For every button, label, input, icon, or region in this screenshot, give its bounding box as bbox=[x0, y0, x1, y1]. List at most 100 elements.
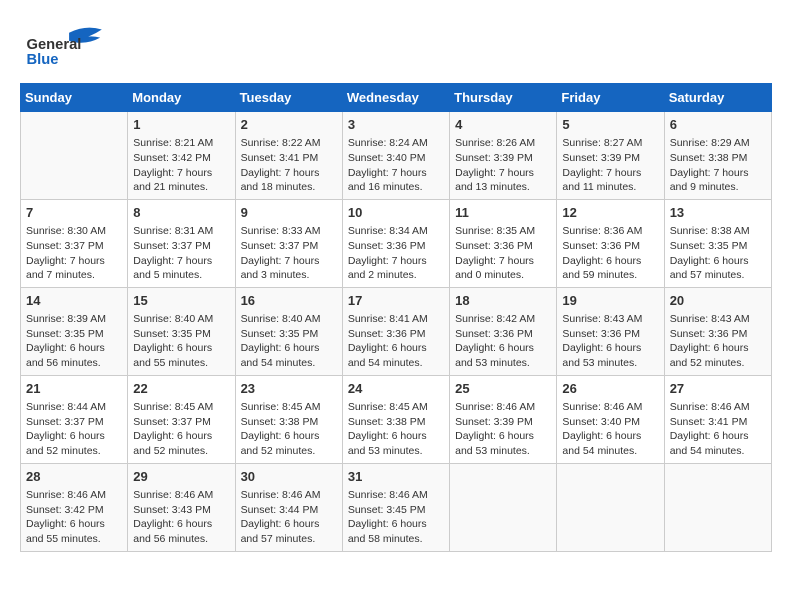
day-number: 6 bbox=[670, 116, 766, 134]
calendar-week-row: 7Sunrise: 8:30 AMSunset: 3:37 PMDaylight… bbox=[21, 199, 772, 287]
calendar-cell: 4 Sunrise: 8:26 AMSunset: 3:39 PMDaylight… bbox=[450, 112, 557, 200]
day-content: Sunrise: 8:38 AMSunset: 3:35 PMDaylight:… bbox=[670, 224, 766, 283]
calendar-body: 1Sunrise: 8:21 AMSunset: 3:42 PMDaylight… bbox=[21, 112, 772, 552]
calendar-cell: 18 Sunrise: 8:42 AMSunset: 3:36 PMDayligh… bbox=[450, 287, 557, 375]
calendar-cell: 30Sunrise: 8:46 AMSunset: 3:44 PMDayligh… bbox=[235, 463, 342, 551]
calendar-cell: 9 Sunrise: 8:33 AMSunset: 3:37 PMDaylight… bbox=[235, 199, 342, 287]
calendar-cell: 23 Sunrise: 8:45 AMSunset: 3:38 PMDayligh… bbox=[235, 375, 342, 463]
calendar-cell: 6 Sunrise: 8:29 AMSunset: 3:38 PMDaylight… bbox=[664, 112, 771, 200]
day-number: 16 bbox=[241, 292, 337, 310]
calendar-cell: 3 Sunrise: 8:24 AMSunset: 3:40 PMDaylight… bbox=[342, 112, 449, 200]
day-number: 29 bbox=[133, 468, 229, 486]
calendar-header: SundayMondayTuesdayWednesdayThursdayFrid… bbox=[21, 84, 772, 112]
header: General Blue bbox=[20, 20, 772, 75]
logo: General Blue bbox=[20, 20, 110, 75]
day-content: Sunrise: 8:40 AMSunset: 3:35 PMDaylight:… bbox=[241, 312, 337, 371]
day-number: 28 bbox=[26, 468, 122, 486]
calendar-cell bbox=[450, 463, 557, 551]
day-number: 11 bbox=[455, 204, 551, 222]
calendar-cell: 14 Sunrise: 8:39 AMSunset: 3:35 PMDayligh… bbox=[21, 287, 128, 375]
calendar-cell: 10Sunrise: 8:34 AMSunset: 3:36 PMDayligh… bbox=[342, 199, 449, 287]
calendar-week-row: 1Sunrise: 8:21 AMSunset: 3:42 PMDaylight… bbox=[21, 112, 772, 200]
day-content: Sunrise: 8:43 AMSunset: 3:36 PMDaylight:… bbox=[670, 312, 766, 371]
day-number: 14 bbox=[26, 292, 122, 310]
calendar-cell: 5 Sunrise: 8:27 AMSunset: 3:39 PMDaylight… bbox=[557, 112, 664, 200]
calendar-cell: 22 Sunrise: 8:45 AMSunset: 3:37 PMDayligh… bbox=[128, 375, 235, 463]
day-number: 10 bbox=[348, 204, 444, 222]
calendar-cell: 20 Sunrise: 8:43 AMSunset: 3:36 PMDayligh… bbox=[664, 287, 771, 375]
day-content: Sunrise: 8:42 AMSunset: 3:36 PMDaylight:… bbox=[455, 312, 551, 371]
day-number: 1 bbox=[133, 116, 229, 134]
day-content: Sunrise: 8:41 AMSunset: 3:36 PMDaylight:… bbox=[348, 312, 444, 371]
day-of-week-header: Tuesday bbox=[235, 84, 342, 112]
calendar-cell: 25 Sunrise: 8:46 AMSunset: 3:39 PMDayligh… bbox=[450, 375, 557, 463]
day-number: 18 bbox=[455, 292, 551, 310]
day-content: Sunrise: 8:36 AMSunset: 3:36 PMDaylight:… bbox=[562, 224, 658, 283]
day-content: Sunrise: 8:27 AMSunset: 3:39 PMDaylight:… bbox=[562, 136, 658, 195]
day-number: 22 bbox=[133, 380, 229, 398]
calendar-cell: 7Sunrise: 8:30 AMSunset: 3:37 PMDaylight… bbox=[21, 199, 128, 287]
day-of-week-header: Friday bbox=[557, 84, 664, 112]
calendar-cell: 16 Sunrise: 8:40 AMSunset: 3:35 PMDayligh… bbox=[235, 287, 342, 375]
day-content: Sunrise: 8:44 AMSunset: 3:37 PMDaylight:… bbox=[26, 400, 122, 459]
calendar-cell: 11 Sunrise: 8:35 AMSunset: 3:36 PMDayligh… bbox=[450, 199, 557, 287]
svg-text:General: General bbox=[27, 37, 82, 53]
day-content: Sunrise: 8:43 AMSunset: 3:36 PMDaylight:… bbox=[562, 312, 658, 371]
day-content: Sunrise: 8:45 AMSunset: 3:37 PMDaylight:… bbox=[133, 400, 229, 459]
day-number: 13 bbox=[670, 204, 766, 222]
day-number: 4 bbox=[455, 116, 551, 134]
day-content: Sunrise: 8:45 AMSunset: 3:38 PMDaylight:… bbox=[241, 400, 337, 459]
calendar-cell: 19 Sunrise: 8:43 AMSunset: 3:36 PMDayligh… bbox=[557, 287, 664, 375]
calendar-cell: 8Sunrise: 8:31 AMSunset: 3:37 PMDaylight… bbox=[128, 199, 235, 287]
day-content: Sunrise: 8:46 AMSunset: 3:42 PMDaylight:… bbox=[26, 488, 122, 547]
day-content: Sunrise: 8:26 AMSunset: 3:39 PMDaylight:… bbox=[455, 136, 551, 195]
calendar-cell: 1Sunrise: 8:21 AMSunset: 3:42 PMDaylight… bbox=[128, 112, 235, 200]
calendar-cell: 2 Sunrise: 8:22 AMSunset: 3:41 PMDaylight… bbox=[235, 112, 342, 200]
day-content: Sunrise: 8:46 AMSunset: 3:39 PMDaylight:… bbox=[455, 400, 551, 459]
svg-text:Blue: Blue bbox=[27, 52, 59, 68]
day-number: 31 bbox=[348, 468, 444, 486]
day-of-week-header: Saturday bbox=[664, 84, 771, 112]
day-content: Sunrise: 8:24 AMSunset: 3:40 PMDaylight:… bbox=[348, 136, 444, 195]
calendar-cell: 29 Sunrise: 8:46 AMSunset: 3:43 PMDayligh… bbox=[128, 463, 235, 551]
day-number: 30 bbox=[241, 468, 337, 486]
calendar-table: SundayMondayTuesdayWednesdayThursdayFrid… bbox=[20, 83, 772, 552]
day-content: Sunrise: 8:22 AMSunset: 3:41 PMDaylight:… bbox=[241, 136, 337, 195]
day-of-week-header: Thursday bbox=[450, 84, 557, 112]
day-number: 23 bbox=[241, 380, 337, 398]
calendar-cell: 12Sunrise: 8:36 AMSunset: 3:36 PMDayligh… bbox=[557, 199, 664, 287]
day-content: Sunrise: 8:35 AMSunset: 3:36 PMDaylight:… bbox=[455, 224, 551, 283]
day-number: 15 bbox=[133, 292, 229, 310]
day-content: Sunrise: 8:33 AMSunset: 3:37 PMDaylight:… bbox=[241, 224, 337, 283]
day-number: 2 bbox=[241, 116, 337, 134]
calendar-cell: 15Sunrise: 8:40 AMSunset: 3:35 PMDayligh… bbox=[128, 287, 235, 375]
calendar-cell bbox=[557, 463, 664, 551]
calendar-cell: 21 Sunrise: 8:44 AMSunset: 3:37 PMDayligh… bbox=[21, 375, 128, 463]
calendar-week-row: 14 Sunrise: 8:39 AMSunset: 3:35 PMDayligh… bbox=[21, 287, 772, 375]
day-number: 27 bbox=[670, 380, 766, 398]
day-of-week-header: Sunday bbox=[21, 84, 128, 112]
calendar-cell: 13 Sunrise: 8:38 AMSunset: 3:35 PMDayligh… bbox=[664, 199, 771, 287]
day-number: 24 bbox=[348, 380, 444, 398]
calendar-week-row: 21 Sunrise: 8:44 AMSunset: 3:37 PMDayligh… bbox=[21, 375, 772, 463]
day-content: Sunrise: 8:39 AMSunset: 3:35 PMDaylight:… bbox=[26, 312, 122, 371]
day-content: Sunrise: 8:29 AMSunset: 3:38 PMDaylight:… bbox=[670, 136, 766, 195]
day-content: Sunrise: 8:46 AMSunset: 3:43 PMDaylight:… bbox=[133, 488, 229, 547]
calendar-cell: 26Sunrise: 8:46 AMSunset: 3:40 PMDayligh… bbox=[557, 375, 664, 463]
calendar-cell: 24 Sunrise: 8:45 AMSunset: 3:38 PMDayligh… bbox=[342, 375, 449, 463]
day-number: 20 bbox=[670, 292, 766, 310]
calendar-cell bbox=[664, 463, 771, 551]
day-of-week-header: Wednesday bbox=[342, 84, 449, 112]
calendar-cell: 31 Sunrise: 8:46 AMSunset: 3:45 PMDayligh… bbox=[342, 463, 449, 551]
day-number: 3 bbox=[348, 116, 444, 134]
day-number: 21 bbox=[26, 380, 122, 398]
logo-svg: General Blue bbox=[20, 20, 110, 75]
day-number: 25 bbox=[455, 380, 551, 398]
day-number: 19 bbox=[562, 292, 658, 310]
day-number: 9 bbox=[241, 204, 337, 222]
day-content: Sunrise: 8:31 AMSunset: 3:37 PMDaylight:… bbox=[133, 224, 229, 283]
day-content: Sunrise: 8:45 AMSunset: 3:38 PMDaylight:… bbox=[348, 400, 444, 459]
day-number: 7 bbox=[26, 204, 122, 222]
day-content: Sunrise: 8:46 AMSunset: 3:45 PMDaylight:… bbox=[348, 488, 444, 547]
day-number: 5 bbox=[562, 116, 658, 134]
